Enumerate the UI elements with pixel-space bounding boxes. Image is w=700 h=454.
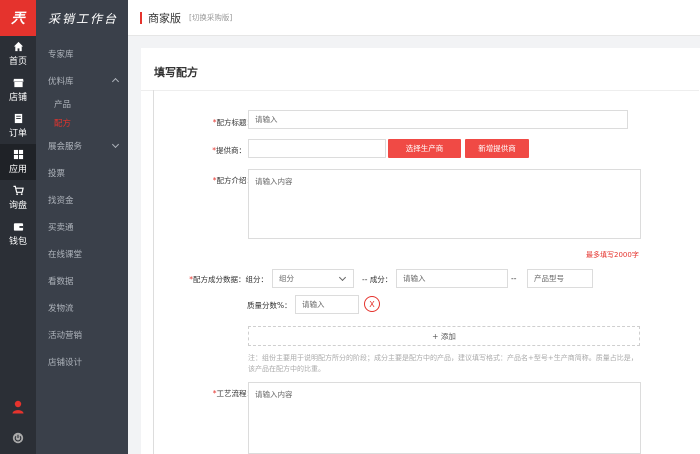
rail-item-apps[interactable]: 应用	[0, 144, 36, 180]
sidebar-item-label: 活动营销	[48, 330, 83, 341]
rail-item-home[interactable]: 首页	[0, 36, 36, 72]
app-title: 商家版	[148, 11, 181, 25]
supplier-input[interactable]	[248, 139, 386, 158]
chevron-up-icon	[111, 77, 120, 86]
cart-icon	[12, 185, 24, 196]
group-select-value: 组分	[279, 274, 294, 283]
rail-item-orders[interactable]: 订单	[0, 108, 36, 144]
process-label: *工艺流程：	[212, 389, 254, 398]
mass-input[interactable]: 请输入	[295, 295, 359, 314]
sidebar-item-expo[interactable]: 展会服务	[36, 132, 128, 159]
main-content: 填写配方 *配方标题： 请输入 *提供商： 选择生产商 新增提供商 *配方介绍：…	[141, 48, 700, 454]
sidebar-item-label: 找资金	[48, 195, 74, 206]
top-bar: 商家版 [切换采购版]	[128, 0, 700, 36]
group-select[interactable]: 组分	[272, 269, 354, 288]
intro-limit: 最多填写2000字	[586, 251, 639, 259]
sidebar-item-experts[interactable]: 专家库	[36, 40, 128, 67]
switch-version-link[interactable]: [切换采购版]	[189, 12, 232, 23]
select-producer-button[interactable]: 选择生产商	[388, 139, 461, 158]
user-button[interactable]	[0, 400, 36, 414]
rail-item-label: 首页	[8, 57, 27, 67]
rail-item-store[interactable]: 店铺	[0, 72, 36, 108]
rail-item-label: 应用	[8, 165, 27, 175]
rail-item-inquiry[interactable]: 询盘	[0, 180, 36, 216]
title-input[interactable]: 请输入	[248, 110, 628, 129]
icon-rail: 兲 首页 店铺 订单 应用 询盘 钱包	[0, 0, 36, 454]
formula-form: *配方标题： 请输入 *提供商： 选择生产商 新增提供商 *配方介绍： 请输入内…	[153, 90, 700, 454]
sidebar-item-label: 专家库	[48, 49, 74, 60]
sidebar-item-materials[interactable]: 优料库	[36, 67, 128, 94]
logo[interactable]: 兲	[0, 0, 36, 36]
mass-label: 质量分数%：	[247, 301, 292, 310]
user-icon	[12, 400, 24, 414]
title-accent	[140, 11, 142, 24]
composition-label: *配方成分数据：组分：	[189, 275, 268, 284]
rail-item-label: 询盘	[8, 201, 27, 211]
add-supplier-button[interactable]: 新增提供商	[465, 139, 529, 158]
sidebar-item-funding[interactable]: 找资金	[36, 186, 128, 213]
sidebar-item-label: 看数据	[48, 276, 74, 287]
add-composition-button[interactable]: + 添加	[248, 326, 640, 346]
sidebar-item-shop-design[interactable]: 店铺设计	[36, 348, 128, 375]
intro-textarea[interactable]: 请输入内容	[248, 169, 641, 239]
apps-icon	[13, 149, 23, 160]
sidebar-item-label: 配方	[54, 118, 72, 129]
sidebar-item-trade[interactable]: 买卖通	[36, 213, 128, 240]
supplier-label: *提供商：	[212, 146, 246, 155]
delete-row-button[interactable]: X	[364, 296, 380, 312]
sidebar-item-label: 发物流	[48, 303, 74, 314]
sidebar-item-label: 展会服务	[48, 141, 83, 152]
rail-item-label: 店铺	[8, 93, 27, 103]
store-icon	[12, 78, 24, 88]
sidebar-item-classroom[interactable]: 在线课堂	[36, 240, 128, 267]
sidebar-item-label: 优料库	[48, 76, 74, 87]
sidebar-item-label: 买卖通	[48, 222, 74, 233]
wallet-icon	[13, 223, 23, 231]
home-icon	[13, 41, 23, 52]
page-title: 填写配方	[154, 66, 198, 79]
chevron-down-icon	[338, 273, 347, 282]
sidebar-sub-formula[interactable]: 配方	[36, 113, 128, 132]
workspace-brand: 采销工作台	[36, 0, 128, 36]
sidebar-item-logistics[interactable]: 发物流	[36, 294, 128, 321]
composition-note: 注：组份主要用于说明配方所分的阶段；成分主要是配方中的产品，建议填写格式：产品名…	[248, 354, 638, 373]
separator: -- 成分：	[362, 275, 393, 284]
sidebar-item-marketing[interactable]: 活动营销	[36, 321, 128, 348]
power-button[interactable]	[0, 432, 36, 444]
sidebar-sub-products[interactable]: 产品	[36, 94, 128, 113]
model-input[interactable]: 产品型号	[527, 269, 593, 288]
sidebar-item-label: 产品	[54, 99, 72, 110]
sidebar-item-data[interactable]: 看数据	[36, 267, 128, 294]
sidebar-item-label: 投票	[48, 168, 66, 179]
rail-item-label: 订单	[8, 129, 27, 139]
chevron-down-icon	[111, 140, 120, 149]
rail-item-label: 钱包	[8, 237, 27, 247]
rail-item-wallet[interactable]: 钱包	[0, 216, 36, 252]
ingredient-input[interactable]: 请输入	[396, 269, 508, 288]
intro-label: *配方介绍：	[212, 176, 254, 185]
title-label: *配方标题：	[212, 118, 254, 127]
order-icon	[14, 113, 22, 124]
sidebar-item-label: 在线课堂	[48, 249, 83, 260]
separator: --	[511, 274, 517, 283]
sidebar-item-vote[interactable]: 投票	[36, 159, 128, 186]
process-textarea[interactable]: 请输入内容	[248, 382, 641, 454]
sidebar-item-label: 店铺设计	[48, 357, 83, 368]
secondary-sidebar: 采销工作台 专家库 优料库 产品 配方 展会服务 投票 找资金 买卖通 在线课堂…	[36, 0, 128, 454]
power-icon	[12, 432, 24, 444]
